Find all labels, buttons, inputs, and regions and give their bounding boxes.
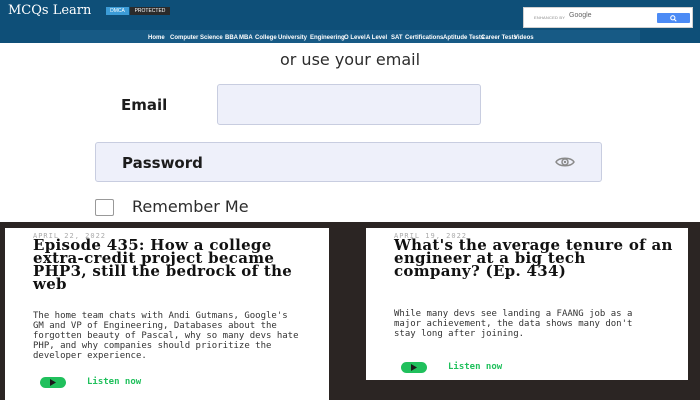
password-label: Password [122,154,203,172]
listen-now-label[interactable]: Listen now [448,362,502,372]
nav-university[interactable]: University [278,35,307,41]
search-icon [670,15,677,22]
protected-badge[interactable]: PROTECTED [130,7,170,15]
nav-videos[interactable]: Videos [514,35,534,41]
podcast-card[interactable]: APRIL 19, 2022 What's the average tenure… [366,228,688,380]
card-description: The home team chats with Andi Gutmans, G… [33,311,299,361]
nav-home[interactable]: Home [148,35,165,41]
listen-now-label[interactable]: Listen now [87,377,141,387]
card-title[interactable]: What's the average tenure of an engineer… [394,238,674,279]
or-use-email-text: or use your email [279,50,421,69]
site-logo[interactable]: MCQs Learn [8,3,91,18]
email-field[interactable] [217,84,481,125]
nav-sat[interactable]: SAT [391,35,403,41]
remember-me-label[interactable]: Remember Me [132,197,249,216]
site-header: MCQs Learn DMCA PROTECTED ENHANCED BY Go… [0,0,700,43]
search-button[interactable] [657,13,690,23]
nav-bba[interactable]: BBA [225,35,238,41]
play-icon[interactable] [401,362,427,373]
eye-icon[interactable] [555,155,575,169]
nav-computer-science[interactable]: Computer Science [170,35,223,41]
nav-certifications[interactable]: Certifications [405,35,443,41]
google-search-box: ENHANCED BY Google [523,7,693,28]
nav-aptitude-tests[interactable]: Aptitude Tests [443,35,484,41]
nav-college[interactable]: College [255,35,277,41]
card-title[interactable]: Episode 435: How a college extra-credit … [33,238,303,292]
password-field[interactable]: Password [95,142,602,182]
search-input[interactable] [532,11,650,24]
podcast-card[interactable]: APRIL 22, 2022 Episode 435: How a colleg… [5,228,329,400]
nav-mba[interactable]: MBA [239,35,253,41]
play-icon[interactable] [40,377,66,388]
nav-a-level[interactable]: A Level [366,35,387,41]
remember-me-checkbox[interactable] [95,199,114,216]
card-description: While many devs see landing a FAANG job … [394,309,633,339]
dmca-badge[interactable]: DMCA [106,7,129,15]
nav-career-tests[interactable]: Career Tests [481,35,517,41]
nav-engineering[interactable]: Engineering [310,35,345,41]
nav-o-level[interactable]: O Level [344,35,366,41]
email-label: Email [121,96,168,114]
